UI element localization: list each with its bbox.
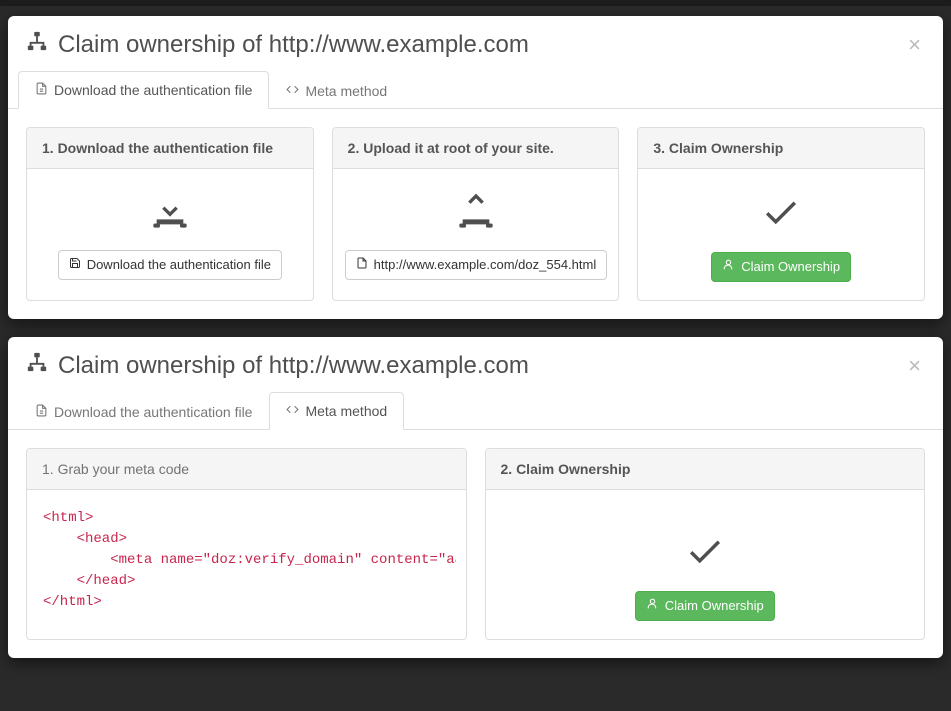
code-icon — [286, 83, 299, 99]
step-1-panel: 1. Download the authentication file Down… — [26, 127, 314, 301]
download-auth-file-button[interactable]: Download the authentication file — [58, 250, 282, 280]
modal-body: 1. Grab your meta code <html> <head> <me… — [8, 430, 943, 658]
file-icon — [35, 82, 48, 98]
user-icon — [722, 258, 735, 276]
claim-ownership-button[interactable]: Claim Ownership — [711, 252, 851, 282]
step-2-panel: 2. Upload it at root of your site. http:… — [332, 127, 620, 301]
claim-ownership-modal-meta: Claim ownership of http://www.example.co… — [8, 337, 943, 658]
close-button[interactable]: × — [904, 34, 925, 56]
tab-meta-method-label: Meta method — [305, 83, 387, 99]
tab-meta-method-label: Meta method — [305, 403, 387, 419]
modal-header: Claim ownership of http://www.example.co… — [8, 16, 943, 71]
modal-body: 1. Download the authentication file Down… — [8, 109, 943, 319]
step-2-heading: 2. Upload it at root of your site. — [333, 128, 619, 169]
meta-code-snippet[interactable]: <html> <head> <meta name="doz:verify_dom… — [37, 504, 456, 617]
claim-ownership-button[interactable]: Claim Ownership — [635, 591, 775, 621]
claim-ownership-modal-file: Claim ownership of http://www.example.co… — [8, 16, 943, 319]
user-icon — [646, 597, 659, 615]
sitemap-icon — [26, 30, 48, 59]
step-3-panel: 3. Claim Ownership Claim Ownership — [637, 127, 925, 301]
check-icon — [684, 530, 726, 577]
step-3-heading: 3. Claim Ownership — [638, 128, 924, 169]
meta-step-1-heading: 1. Grab your meta code — [27, 449, 466, 490]
close-button[interactable]: × — [904, 355, 925, 377]
claim-ownership-button-label: Claim Ownership — [665, 597, 764, 615]
tab-download-file[interactable]: Download the authentication file — [18, 392, 269, 430]
backdrop-navbar — [0, 0, 951, 6]
code-icon — [286, 403, 299, 419]
download-icon — [150, 191, 190, 236]
tabs: Download the authentication file Meta me… — [8, 71, 943, 109]
tab-download-file[interactable]: Download the authentication file — [18, 71, 269, 109]
modal-title: Claim ownership of http://www.example.co… — [26, 351, 529, 380]
upload-icon — [456, 191, 496, 236]
tab-meta-method[interactable]: Meta method — [269, 71, 404, 109]
file-icon — [356, 256, 368, 274]
modal-title-text: Claim ownership of http://www.example.co… — [58, 352, 529, 380]
download-auth-file-button-label: Download the authentication file — [87, 256, 271, 274]
modal-header: Claim ownership of http://www.example.co… — [8, 337, 943, 392]
tab-download-file-label: Download the authentication file — [54, 404, 252, 420]
tab-download-file-label: Download the authentication file — [54, 82, 252, 98]
auth-file-url-button[interactable]: http://www.example.com/doz_554.html — [345, 250, 608, 280]
auth-file-url-label: http://www.example.com/doz_554.html — [374, 256, 597, 274]
claim-ownership-button-label: Claim Ownership — [741, 258, 840, 276]
tab-meta-method[interactable]: Meta method — [269, 392, 404, 430]
check-icon — [760, 191, 802, 238]
meta-step-1-panel: 1. Grab your meta code <html> <head> <me… — [26, 448, 467, 640]
file-icon — [35, 404, 48, 420]
sitemap-icon — [26, 351, 48, 380]
save-icon — [69, 256, 81, 274]
step-1-heading: 1. Download the authentication file — [27, 128, 313, 169]
tabs: Download the authentication file Meta me… — [8, 392, 943, 430]
meta-step-2-panel: 2. Claim Ownership Claim Ownership — [485, 448, 926, 640]
modal-title-text: Claim ownership of http://www.example.co… — [58, 31, 529, 59]
modal-title: Claim ownership of http://www.example.co… — [26, 30, 529, 59]
meta-step-2-heading: 2. Claim Ownership — [486, 449, 925, 490]
